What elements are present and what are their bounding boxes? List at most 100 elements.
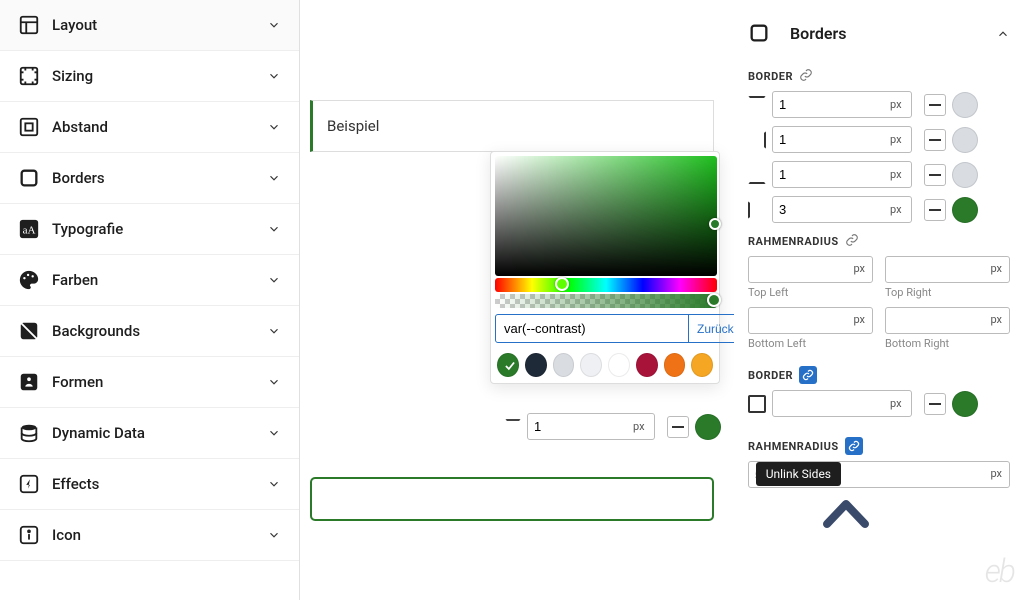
- unit-label: px: [990, 467, 1002, 480]
- side-top-icon: [505, 419, 521, 435]
- border-style-select[interactable]: [667, 416, 689, 438]
- radius-label: Top Left: [748, 286, 873, 299]
- sidebar-item-typografie[interactable]: aA Typografie: [0, 204, 299, 255]
- chevron-down-icon: [267, 171, 281, 185]
- border-color-dot[interactable]: [952, 197, 978, 223]
- sidebar-item-label: Formen: [52, 373, 103, 391]
- canvas-border-row: px: [505, 413, 721, 440]
- color-picker-popup: Zurücksetzen: [490, 151, 720, 384]
- swatch-orange[interactable]: [664, 353, 686, 377]
- saturation-handle[interactable]: [709, 218, 721, 230]
- radius-label: Bottom Left: [748, 337, 873, 350]
- hue-slider[interactable]: [495, 278, 717, 292]
- backgrounds-icon: [18, 320, 40, 342]
- sidebar-item-label: Layout: [52, 16, 97, 34]
- swatch-dark[interactable]: [525, 353, 547, 377]
- side-all-icon: [748, 395, 766, 413]
- effects-icon: [18, 473, 40, 495]
- color-swatches: [495, 351, 715, 379]
- sidebar-item-label: Typografie: [52, 220, 123, 238]
- section-label-border-linked: BORDER: [748, 366, 1010, 384]
- link-icon[interactable]: [799, 68, 813, 85]
- panel-header-borders[interactable]: Borders: [748, 8, 1010, 58]
- radius-grid: pxTop Left pxTop Right pxBottom Left pxB…: [748, 256, 1010, 350]
- annotation-arrow-icon: [823, 498, 869, 532]
- sidebar-item-label: Abstand: [52, 118, 108, 136]
- spacing-icon: [18, 116, 40, 138]
- color-value-input[interactable]: [495, 314, 689, 343]
- sidebar-item-borders[interactable]: Borders: [0, 153, 299, 204]
- borders-icon: [18, 167, 40, 189]
- chevron-down-icon: [267, 18, 281, 32]
- tooltip-unlink-sides: Unlink Sides: [756, 462, 841, 486]
- chevron-down-icon: [267, 69, 281, 83]
- border-row-right: px: [748, 126, 1010, 153]
- side-right-icon: [748, 131, 766, 149]
- swatch-white[interactable]: [608, 353, 630, 377]
- sidebar-item-sizing[interactable]: Sizing: [0, 51, 299, 102]
- left-sidebar: Layout Sizing Abstand Borders aA Typograf…: [0, 0, 300, 600]
- sizing-icon: [18, 65, 40, 87]
- border-color-dot[interactable]: [952, 92, 978, 118]
- border-color-dot[interactable]: [952, 391, 978, 417]
- example-block-1[interactable]: Beispiel: [310, 100, 714, 152]
- sidebar-item-label: Farben: [52, 271, 98, 289]
- borders-icon: [748, 22, 770, 44]
- panel-title: Borders: [790, 24, 846, 43]
- alpha-handle[interactable]: [707, 293, 721, 307]
- palette-icon: [18, 269, 40, 291]
- border-style-select[interactable]: [924, 129, 946, 151]
- sidebar-item-formen[interactable]: Formen: [0, 357, 299, 408]
- border-style-select[interactable]: [924, 393, 946, 415]
- sidebar-item-abstand[interactable]: Abstand: [0, 102, 299, 153]
- border-style-select[interactable]: [924, 199, 946, 221]
- unlink-radius-button[interactable]: [845, 437, 863, 455]
- swatch-offwhite[interactable]: [580, 353, 602, 377]
- swatch-yellow[interactable]: [691, 353, 713, 377]
- swatch-lightgrey[interactable]: [553, 353, 575, 377]
- border-style-select[interactable]: [924, 164, 946, 186]
- chevron-down-icon: [267, 324, 281, 338]
- section-label-border: BORDER: [748, 68, 1010, 85]
- sidebar-item-label: Dynamic Data: [52, 424, 145, 442]
- border-style-select[interactable]: [924, 94, 946, 116]
- border-row-linked: px: [748, 390, 1010, 417]
- sidebar-item-effects[interactable]: Effects: [0, 459, 299, 510]
- sidebar-item-layout[interactable]: Layout: [0, 0, 299, 51]
- side-bottom-icon: [748, 166, 766, 184]
- watermark: eb: [985, 552, 1014, 590]
- unlink-sides-button[interactable]: [799, 366, 817, 384]
- link-icon[interactable]: [845, 233, 859, 250]
- svg-text:aA: aA: [23, 225, 36, 237]
- sidebar-item-icon[interactable]: Icon: [0, 510, 299, 561]
- alpha-slider[interactable]: [495, 294, 717, 308]
- border-color-dot[interactable]: [695, 414, 721, 440]
- swatch-green[interactable]: [497, 353, 519, 377]
- side-left-icon: [748, 201, 766, 219]
- chevron-down-icon: [267, 222, 281, 236]
- border-color-dot[interactable]: [952, 162, 978, 188]
- unit-label: px: [990, 262, 1002, 275]
- radius-label: Top Right: [885, 286, 1010, 299]
- sidebar-item-dynamic-data[interactable]: Dynamic Data: [0, 408, 299, 459]
- layout-icon: [18, 14, 40, 36]
- radius-label: Bottom Right: [885, 337, 1010, 350]
- info-icon: [18, 524, 40, 546]
- unit-label: px: [990, 313, 1002, 326]
- unit-label: px: [853, 262, 865, 275]
- border-row-bottom: px: [748, 161, 1010, 188]
- chevron-down-icon: [267, 375, 281, 389]
- border-color-dot[interactable]: [952, 127, 978, 153]
- saturation-field[interactable]: [495, 156, 717, 276]
- chevron-down-icon: [267, 273, 281, 287]
- sidebar-item-backgrounds[interactable]: Backgrounds: [0, 306, 299, 357]
- sidebar-item-farben[interactable]: Farben: [0, 255, 299, 306]
- hue-handle[interactable]: [555, 277, 569, 291]
- sidebar-item-label: Borders: [52, 169, 105, 187]
- typography-icon: aA: [18, 218, 40, 240]
- example-block-2[interactable]: [310, 477, 714, 521]
- swatch-red[interactable]: [636, 353, 658, 377]
- chevron-down-icon: [267, 477, 281, 491]
- border-row-left: px: [748, 196, 1010, 223]
- chevron-down-icon: [267, 528, 281, 542]
